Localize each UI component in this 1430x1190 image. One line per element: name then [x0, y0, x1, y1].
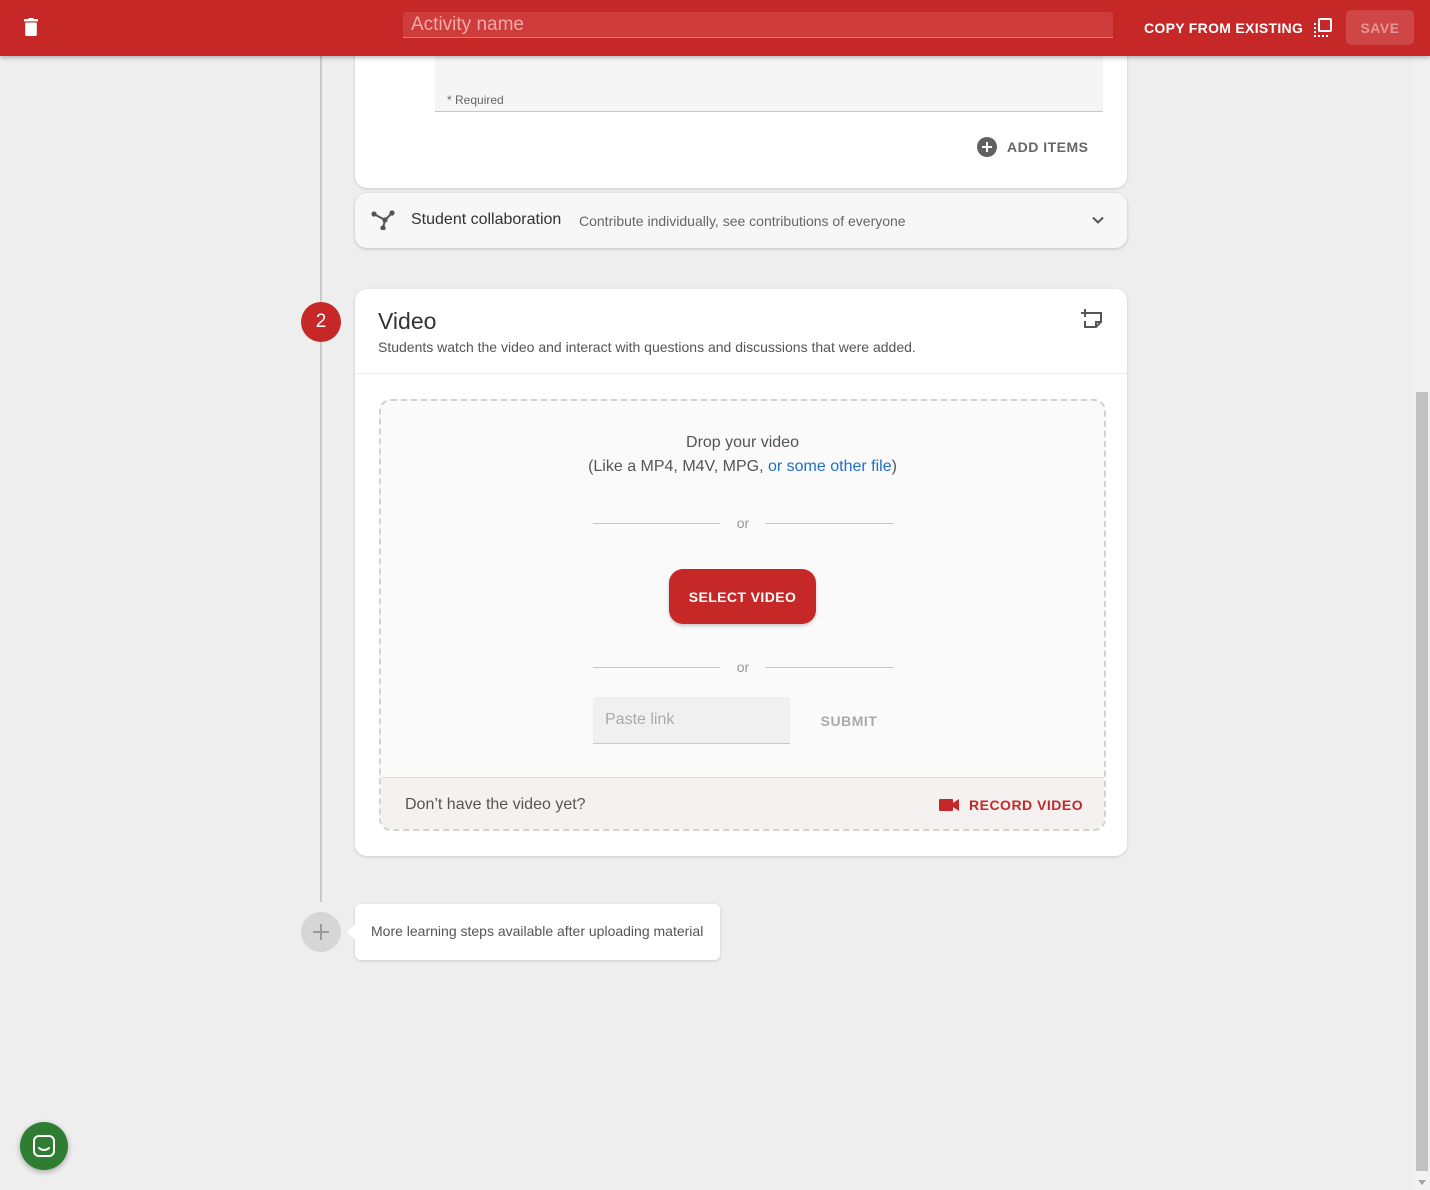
select-video-button[interactable]: SELECT VIDEO [669, 569, 816, 624]
submit-link-button[interactable]: SUBMIT [807, 707, 891, 735]
required-text-field[interactable]: * Required [435, 56, 1103, 112]
chat-icon [33, 1135, 55, 1157]
collaboration-description: Contribute individually, see contributio… [579, 213, 906, 229]
video-step-card: Video Students watch the video and inter… [355, 289, 1127, 856]
top-app-bar: COPY FROM EXISTING SAVE [0, 0, 1430, 56]
share-icon [371, 210, 395, 230]
drop-formats: (Like a MP4, M4V, MPG, or some other fil… [381, 458, 1104, 476]
more-steps-tooltip: More learning steps available after uplo… [347, 904, 720, 960]
or-label: or [736, 659, 750, 675]
no-video-question: Don’t have the video yet? [405, 796, 586, 813]
or-separator: or [593, 515, 894, 531]
record-video-button[interactable]: RECORD VIDEO [929, 791, 1093, 819]
plus-icon [313, 924, 329, 940]
activity-name-input[interactable] [403, 12, 1113, 38]
copy-from-existing-label: COPY FROM EXISTING [1144, 20, 1304, 36]
drop-title: Drop your video [686, 434, 799, 451]
record-video-label: RECORD VIDEO [969, 797, 1084, 813]
add-note-button[interactable] [1081, 309, 1109, 333]
video-dropzone[interactable]: Drop your video (Like a MP4, M4V, MPG, o… [379, 399, 1106, 831]
add-circle-icon [977, 137, 997, 157]
delete-activity-button[interactable] [16, 14, 48, 42]
paste-link-input[interactable] [593, 697, 790, 744]
drop-formats-suffix: ) [891, 458, 897, 475]
card-divider [355, 373, 1127, 374]
video-camera-icon [939, 799, 959, 811]
video-step-subtitle: Students watch the video and interact wi… [378, 339, 916, 355]
other-file-link[interactable]: or some other file [768, 458, 892, 475]
timeline-line [320, 56, 322, 902]
or-separator: or [593, 659, 894, 675]
copy-icon [1314, 18, 1333, 37]
copy-from-existing-button[interactable]: COPY FROM EXISTING [1136, 14, 1341, 42]
video-step-title: Video [378, 308, 437, 334]
scroll-down-arrow-icon[interactable] [1416, 1176, 1428, 1188]
student-collaboration-row[interactable]: Student collaboration Contribute individ… [355, 193, 1127, 248]
add-note-icon [1081, 309, 1102, 328]
chevron-down-icon[interactable] [1091, 213, 1105, 227]
more-steps-text: More learning steps available after uplo… [371, 923, 704, 939]
scrollbar-thumb[interactable] [1416, 392, 1428, 1171]
record-video-footer: Don’t have the video yet? RECORD VIDEO [381, 777, 1104, 829]
trash-icon [24, 18, 38, 36]
drop-formats-prefix: (Like a MP4, M4V, MPG, [588, 458, 768, 475]
required-label: * Required [447, 93, 504, 107]
save-button[interactable]: SAVE [1346, 10, 1414, 45]
add-items-label: ADD ITEMS [1007, 139, 1089, 155]
collaboration-title: Student collaboration [411, 211, 562, 228]
step-1-card: * Required ADD ITEMS [355, 36, 1127, 188]
add-items-button[interactable]: ADD ITEMS [977, 134, 1089, 160]
chat-launcher-button[interactable] [20, 1122, 68, 1170]
step-number-badge: 2 [301, 302, 341, 342]
add-step-button[interactable] [301, 912, 341, 952]
or-label: or [736, 515, 750, 531]
